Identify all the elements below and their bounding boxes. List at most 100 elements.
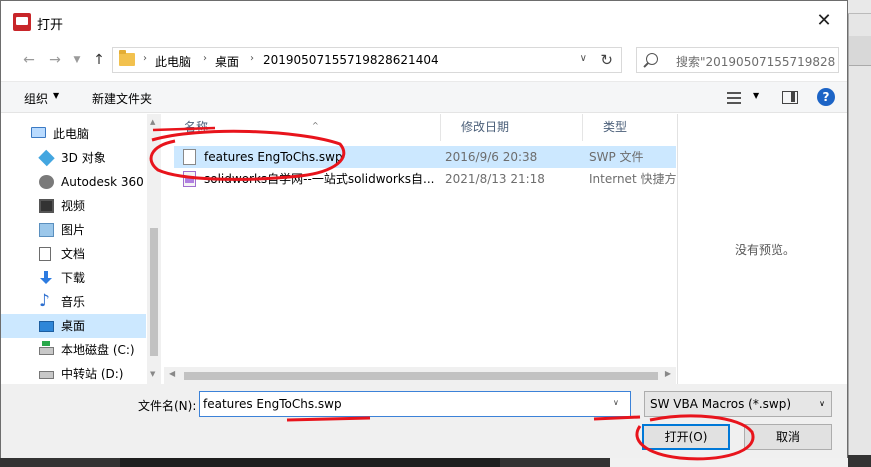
download-icon bbox=[39, 271, 54, 285]
document-icon bbox=[39, 247, 51, 261]
file-name: features EngToChs.swp bbox=[204, 150, 343, 164]
filename-history-dropdown-icon[interactable]: ∨ bbox=[613, 398, 619, 407]
recent-locations-chevron-icon[interactable]: ▼ bbox=[67, 51, 87, 69]
breadcrumb-this-pc[interactable]: 此电脑 bbox=[155, 53, 191, 70]
file-type-selected: SW VBA Macros (*.swp) bbox=[650, 397, 792, 411]
scrollbar-thumb[interactable] bbox=[150, 228, 158, 356]
cancel-button[interactable]: 取消 bbox=[744, 424, 832, 450]
nav-item-label: 视频 bbox=[61, 199, 86, 213]
column-header-label: 类型 bbox=[603, 120, 628, 134]
internet-shortcut-icon bbox=[183, 171, 196, 187]
file-type: SWP 文件 bbox=[589, 150, 644, 164]
video-icon bbox=[39, 199, 54, 213]
dialog-title: 打开 bbox=[37, 18, 64, 33]
nav-pane-scrollbar[interactable]: ▲ ▼ bbox=[147, 114, 161, 384]
folder-icon bbox=[119, 50, 135, 66]
nav-item-label: 此电脑 bbox=[53, 127, 90, 141]
nav-item-downloads[interactable]: 下载 bbox=[1, 266, 146, 290]
command-toolbar: 组织 ▼ 新建文件夹 ▼ ? bbox=[1, 81, 847, 113]
breadcrumb-current-folder[interactable]: 20190507155719828621404 bbox=[263, 53, 439, 67]
computer-icon bbox=[31, 127, 46, 138]
refresh-icon[interactable]: ↻ bbox=[600, 51, 613, 69]
nav-item-pictures[interactable]: 图片 bbox=[1, 218, 146, 242]
column-header-type[interactable]: 类型 bbox=[583, 114, 676, 141]
open-file-dialog: 打开 ✕ ← → ▼ ↑ › 此电脑 › 桌面 › 20190507155719… bbox=[0, 0, 848, 458]
up-arrow-icon[interactable]: ↑ bbox=[89, 51, 109, 69]
nav-item-3d-objects[interactable]: 3D 对象 bbox=[1, 146, 146, 170]
search-placeholder[interactable]: 搜索"20190507155719828... bbox=[676, 53, 836, 70]
column-header-label: 名称 bbox=[184, 120, 209, 134]
forward-arrow-icon[interactable]: → bbox=[45, 51, 65, 69]
desktop-icon bbox=[39, 321, 54, 332]
filename-input[interactable] bbox=[199, 391, 631, 417]
file-row[interactable]: features EngToChs.swp 2016/9/6 20:38 SWP… bbox=[174, 146, 676, 168]
nav-item-transfer-d[interactable]: 中转站 (D:) bbox=[1, 362, 146, 386]
nav-item-label: 图片 bbox=[61, 223, 86, 237]
file-row[interactable]: solidworks自学网--一站式solidworks自... 2021/8/… bbox=[174, 168, 677, 190]
nav-item-videos[interactable]: 视频 bbox=[1, 194, 146, 218]
help-icon[interactable]: ? bbox=[817, 88, 835, 106]
nav-item-label: 文档 bbox=[61, 247, 86, 261]
nav-item-desktop[interactable]: 桌面 bbox=[1, 314, 146, 338]
search-box[interactable]: 搜索"20190507155719828... bbox=[636, 47, 839, 73]
nav-item-label: 音乐 bbox=[61, 295, 86, 309]
scroll-up-arrow-icon[interactable]: ▲ bbox=[150, 118, 155, 126]
scroll-down-arrow-icon[interactable]: ▼ bbox=[150, 370, 155, 378]
file-type: Internet 快捷方式 bbox=[589, 172, 677, 186]
file-list-pane: 名称 ^ 修改日期 类型 features EngToChs.swp 2016/… bbox=[164, 114, 677, 384]
nav-item-label: 桌面 bbox=[61, 319, 86, 333]
nav-item-autodesk-360[interactable]: Autodesk 360 bbox=[1, 170, 146, 194]
chevron-down-icon: ∨ bbox=[819, 399, 825, 408]
organize-menu[interactable]: 组织 bbox=[24, 90, 48, 107]
open-button[interactable]: 打开(O) bbox=[642, 424, 730, 450]
address-bar[interactable]: › 此电脑 › 桌面 › 20190507155719828621404 ∨ ↻ bbox=[112, 47, 622, 73]
dialog-footer: 文件名(N): ∨ SW VBA Macros (*.swp) ∨ 打开(O) … bbox=[1, 384, 847, 458]
nav-item-documents[interactable]: 文档 bbox=[1, 242, 146, 266]
breadcrumb-separator[interactable]: › bbox=[143, 53, 147, 64]
nav-item-label: 本地磁盘 (C:) bbox=[61, 343, 135, 357]
file-list-horizontal-scrollbar[interactable]: ◀ ▶ bbox=[164, 367, 676, 384]
nav-item-label: 3D 对象 bbox=[61, 151, 106, 165]
nav-item-music[interactable]: 音乐 bbox=[1, 289, 146, 314]
view-mode-icon[interactable] bbox=[727, 92, 741, 104]
back-arrow-icon[interactable]: ← bbox=[19, 51, 39, 69]
column-header-name[interactable]: 名称 ^ bbox=[164, 114, 441, 141]
scrollbar-thumb[interactable] bbox=[184, 372, 658, 380]
drive-c-icon bbox=[39, 341, 54, 355]
nav-item-label: 中转站 (D:) bbox=[61, 367, 124, 381]
organize-dropdown-icon[interactable]: ▼ bbox=[53, 91, 59, 100]
nav-item-label: Autodesk 360 bbox=[61, 175, 144, 189]
navigation-bar: ← → ▼ ↑ › 此电脑 › 桌面 › 2019050715571982862… bbox=[1, 41, 847, 79]
autodesk-icon bbox=[39, 175, 54, 189]
breadcrumb-desktop[interactable]: 桌面 bbox=[215, 53, 239, 70]
search-icon bbox=[646, 53, 658, 65]
cube-3d-icon bbox=[38, 149, 55, 167]
picture-icon bbox=[39, 223, 54, 237]
drive-d-icon bbox=[39, 371, 54, 379]
column-header-modified[interactable]: 修改日期 bbox=[441, 114, 583, 141]
preview-pane-toggle-icon[interactable] bbox=[782, 91, 798, 104]
filename-label: 文件名(N): bbox=[138, 399, 197, 413]
no-preview-text: 没有预览。 bbox=[735, 243, 796, 257]
nav-item-label: 下载 bbox=[61, 271, 86, 285]
sort-ascending-icon: ^ bbox=[312, 121, 319, 130]
breadcrumb-separator[interactable]: › bbox=[250, 53, 254, 64]
breadcrumb-separator[interactable]: › bbox=[203, 53, 207, 64]
view-mode-dropdown-icon[interactable]: ▼ bbox=[753, 91, 759, 100]
scroll-left-arrow-icon[interactable]: ◀ bbox=[169, 369, 175, 378]
nav-item-this-pc[interactable]: 此电脑 bbox=[1, 122, 146, 146]
new-folder-button[interactable]: 新建文件夹 bbox=[92, 90, 152, 107]
preview-pane: 没有预览。 bbox=[677, 114, 847, 384]
file-name: solidworks自学网--一站式solidworks自... bbox=[204, 172, 434, 186]
file-icon bbox=[183, 149, 196, 165]
column-header-label: 修改日期 bbox=[461, 120, 510, 134]
solidworks-app-icon bbox=[13, 13, 31, 31]
title-bar: 打开 ✕ bbox=[1, 1, 847, 41]
file-date: 2021/8/13 21:18 bbox=[445, 172, 545, 186]
address-dropdown-chevron-icon[interactable]: ∨ bbox=[580, 53, 587, 64]
file-type-select[interactable]: SW VBA Macros (*.swp) ∨ bbox=[644, 391, 832, 417]
background-panel-row bbox=[849, 36, 871, 66]
close-button[interactable]: ✕ bbox=[801, 1, 847, 41]
nav-item-local-disk-c[interactable]: 本地磁盘 (C:) bbox=[1, 338, 146, 362]
scroll-right-arrow-icon[interactable]: ▶ bbox=[665, 369, 671, 378]
